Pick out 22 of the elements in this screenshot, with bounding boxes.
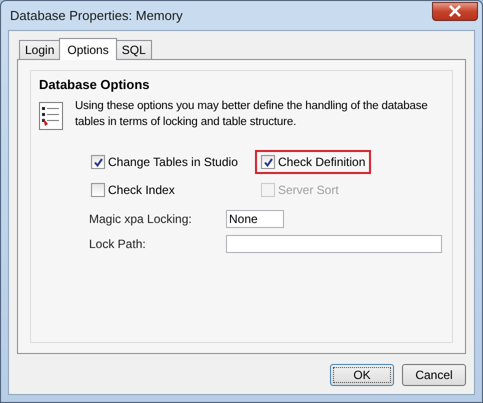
checkbox-label: Check Index — [108, 183, 175, 197]
checkbox-label: Check Definition — [278, 155, 366, 169]
checkbox[interactable] — [91, 183, 105, 197]
checkbox-label: Server Sort — [278, 183, 339, 197]
field-label: Lock Path: — [89, 237, 147, 251]
close-button[interactable] — [432, 2, 478, 20]
field-label: Magic xpa Locking: — [89, 212, 193, 226]
checkbox[interactable] — [91, 155, 105, 169]
tab[interactable]: Options — [59, 38, 117, 60]
group-title: Database Options — [39, 77, 151, 92]
close-icon — [448, 5, 462, 17]
tab[interactable]: Login — [19, 40, 60, 59]
window-title: Database Properties: Memory — [9, 8, 183, 23]
tab[interactable]: SQL — [116, 40, 152, 59]
checkbox[interactable] — [261, 155, 275, 169]
input-field[interactable] — [226, 235, 442, 253]
ok-button[interactable]: OK — [330, 364, 394, 386]
cancel-button[interactable]: Cancel — [402, 364, 466, 386]
input-field[interactable]: None — [226, 210, 284, 228]
checklist-icon — [39, 102, 63, 130]
checkbox-label: Change Tables in Studio — [108, 155, 238, 169]
description-text: Using these options you may better define the handling of the database tables in terms of locking and table structure. — [75, 99, 429, 130]
